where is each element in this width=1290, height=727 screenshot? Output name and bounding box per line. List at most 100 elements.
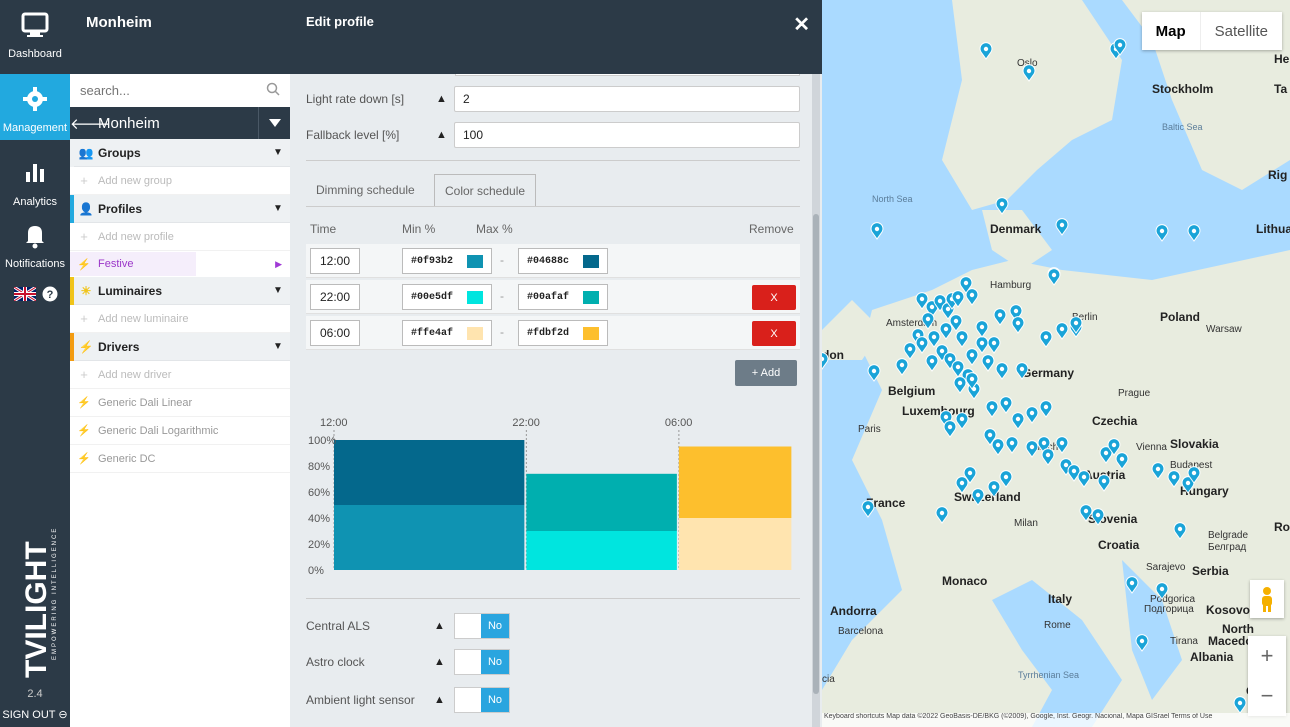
- luminaire-pin-icon[interactable]: [921, 312, 935, 330]
- time-input[interactable]: 22:00: [310, 284, 360, 310]
- close-icon[interactable]: ✕: [793, 12, 810, 37]
- luminaire-pin-icon[interactable]: [1025, 406, 1039, 424]
- luminaire-pin-icon[interactable]: [1015, 362, 1029, 380]
- map-view[interactable]: Map Satellite Oslo Stockholm Baltic Sea Nor…: [822, 0, 1290, 727]
- luminaire-pin-icon[interactable]: [975, 336, 989, 354]
- rail-dashboard[interactable]: Dashboard: [0, 0, 70, 66]
- luminaire-pin-icon[interactable]: [1039, 330, 1053, 348]
- luminaire-pin-icon[interactable]: [981, 354, 995, 372]
- zoom-in-button[interactable]: +: [1248, 636, 1286, 676]
- remove-row-button[interactable]: X: [752, 321, 796, 346]
- site-dropdown-button[interactable]: [258, 107, 290, 139]
- scrollbar-thumb[interactable]: [813, 214, 819, 694]
- tree-item-driver[interactable]: ⚡ Generic Dali Logarithmic: [70, 417, 290, 445]
- luminaire-pin-icon[interactable]: [975, 320, 989, 338]
- site-selector[interactable]: 🡐 Monheim: [70, 107, 290, 139]
- tree-section-drivers[interactable]: ⚡ Drivers ▼: [70, 332, 290, 361]
- tree-item-driver[interactable]: ⚡ Generic DC: [70, 445, 290, 473]
- luminaire-pin-icon[interactable]: [1155, 582, 1169, 600]
- luminaire-pin-icon[interactable]: [822, 352, 829, 370]
- luminaire-pin-icon[interactable]: [1097, 474, 1111, 492]
- add-profile-button[interactable]: + Add new profile: [70, 223, 290, 251]
- luminaire-pin-icon[interactable]: [1167, 470, 1181, 488]
- add-row-button[interactable]: + Add: [735, 360, 797, 386]
- luminaire-pin-icon[interactable]: [1055, 322, 1069, 340]
- tree-item-festive[interactable]: ⚡ Festive ▶: [70, 251, 290, 277]
- luminaire-pin-icon[interactable]: [993, 308, 1007, 326]
- color-swatch[interactable]: [583, 327, 599, 340]
- time-input[interactable]: 06:00: [310, 320, 360, 346]
- luminaire-pin-icon[interactable]: [867, 364, 881, 382]
- min-color-input[interactable]: #00e5df: [402, 284, 492, 310]
- search-input[interactable]: [70, 74, 290, 107]
- luminaire-pin-icon[interactable]: [1022, 64, 1036, 82]
- luminaire-pin-icon[interactable]: [1091, 508, 1105, 526]
- luminaire-pin-icon[interactable]: [927, 330, 941, 348]
- help-icon[interactable]: ?: [42, 286, 58, 302]
- rail-analytics[interactable]: Analytics: [0, 148, 70, 214]
- search-icon[interactable]: [266, 82, 280, 96]
- luminaire-pin-icon[interactable]: [1135, 634, 1149, 652]
- luminaire-pin-icon[interactable]: [1151, 462, 1165, 480]
- astro-clock-toggle[interactable]: No: [454, 649, 510, 675]
- luminaire-pin-icon[interactable]: [999, 396, 1013, 414]
- add-group-button[interactable]: + Add new group: [70, 167, 290, 195]
- language-selector[interactable]: ?: [14, 283, 62, 305]
- luminaire-pin-icon[interactable]: [1041, 448, 1055, 466]
- luminaire-pin-icon[interactable]: [995, 362, 1009, 380]
- street-view-pegman[interactable]: [1250, 580, 1284, 618]
- luminaire-pin-icon[interactable]: [1055, 436, 1069, 454]
- add-luminaire-button[interactable]: + Add new luminaire: [70, 305, 290, 333]
- luminaire-pin-icon[interactable]: [870, 222, 884, 240]
- max-color-input[interactable]: #fdbf2d: [518, 320, 608, 346]
- tree-item-driver[interactable]: ⚡ Generic Dali Linear: [70, 389, 290, 417]
- luminaire-pin-icon[interactable]: [955, 476, 969, 494]
- central-als-toggle[interactable]: No: [454, 613, 510, 639]
- luminaire-pin-icon[interactable]: [895, 358, 909, 376]
- rail-notifications[interactable]: Notifications: [0, 210, 70, 276]
- caret-down-icon[interactable]: ▼: [266, 147, 290, 158]
- luminaire-pin-icon[interactable]: [915, 336, 929, 354]
- luminaire-pin-icon[interactable]: [1173, 522, 1187, 540]
- max-color-input[interactable]: #00afaf: [518, 284, 608, 310]
- luminaire-pin-icon[interactable]: [979, 42, 993, 60]
- luminaire-pin-icon[interactable]: [939, 322, 953, 340]
- luminaire-pin-icon[interactable]: [935, 506, 949, 524]
- caret-down-icon[interactable]: ▼: [266, 341, 290, 352]
- light-rate-down-input[interactable]: [454, 86, 800, 112]
- color-swatch[interactable]: [467, 327, 483, 340]
- luminaire-pin-icon[interactable]: [1115, 452, 1129, 470]
- luminaire-pin-icon[interactable]: [1011, 412, 1025, 430]
- luminaire-pin-icon[interactable]: [1125, 576, 1139, 594]
- luminaire-pin-icon[interactable]: [861, 500, 875, 518]
- luminaire-pin-icon[interactable]: [1011, 316, 1025, 334]
- luminaire-pin-icon[interactable]: [987, 480, 1001, 498]
- time-input[interactable]: 12:00: [310, 248, 360, 274]
- luminaire-pin-icon[interactable]: [1039, 400, 1053, 418]
- luminaire-pin-icon[interactable]: [1233, 696, 1247, 714]
- luminaire-pin-icon[interactable]: [925, 354, 939, 372]
- luminaire-pin-icon[interactable]: [991, 438, 1005, 456]
- luminaire-pin-icon[interactable]: [955, 330, 969, 348]
- luminaire-pin-icon[interactable]: [1079, 504, 1093, 522]
- tab-color-schedule[interactable]: Color schedule: [434, 174, 537, 206]
- luminaire-pin-icon[interactable]: [953, 376, 967, 394]
- fallback-level-input[interactable]: [454, 122, 800, 148]
- add-driver-button[interactable]: + Add new driver: [70, 361, 290, 389]
- luminaire-pin-icon[interactable]: [999, 470, 1013, 488]
- luminaire-pin-icon[interactable]: [965, 348, 979, 366]
- tree-section-groups[interactable]: 👥 Groups ▼: [70, 138, 290, 167]
- min-color-input[interactable]: #ffe4af: [402, 320, 492, 346]
- luminaire-pin-icon[interactable]: [1187, 224, 1201, 242]
- min-color-input[interactable]: #0f93b2: [402, 248, 492, 274]
- color-swatch[interactable]: [467, 255, 483, 268]
- color-swatch[interactable]: [467, 291, 483, 304]
- modal-scrollbar[interactable]: [812, 74, 820, 727]
- luminaire-pin-icon[interactable]: [1055, 218, 1069, 236]
- luminaire-pin-icon[interactable]: [1005, 436, 1019, 454]
- luminaire-pin-icon[interactable]: [943, 420, 957, 438]
- rail-management[interactable]: Management: [0, 74, 70, 140]
- sign-out-button[interactable]: SIGN OUT ⊖: [0, 708, 70, 721]
- luminaire-pin-icon[interactable]: [903, 342, 917, 360]
- luminaire-pin-icon[interactable]: [1025, 440, 1039, 458]
